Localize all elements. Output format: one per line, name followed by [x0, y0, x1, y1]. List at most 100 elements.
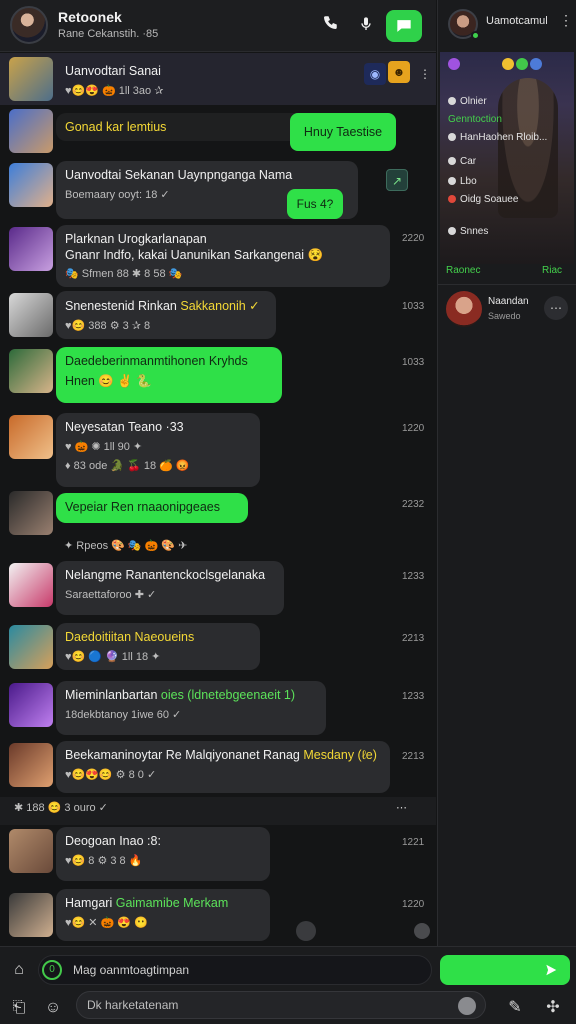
sticker-icon[interactable]: ☺ [40, 995, 66, 1021]
online-indicator [471, 31, 480, 40]
list-item[interactable]: Nelangme Ranantenckoclsgelanaka Saraetta… [0, 561, 436, 619]
list-item[interactable]: Plarknan Urogkarlanapan Gnanr Indfo, kak… [0, 223, 436, 289]
avatar [9, 163, 53, 207]
contact-avatar[interactable] [10, 6, 48, 44]
status-icons [448, 58, 572, 72]
avatar [9, 683, 53, 727]
list-item[interactable]: Gonad kar lemtius Hnuy Taestise [0, 105, 436, 163]
message-bubble[interactable]: Plarknan Urogkarlanapan Gnanr Indfo, kak… [56, 225, 390, 287]
profile-line: Oidg Soauee [448, 194, 518, 205]
message-bubble[interactable]: Neyesatan Teano ·33 ♥ 🎃 ✺ 1ll 90 ✦ ♦ 83 … [56, 413, 260, 487]
avatar [9, 563, 53, 607]
contact-name: Retoonek [58, 9, 122, 25]
message-title: Deogoan Inao :8: [65, 834, 161, 848]
scroll-down-icon[interactable] [414, 923, 430, 939]
profile-card: Olnier Genntoction HanHaohen Rloib... Ca… [440, 52, 574, 264]
edit-icon[interactable]: ✎ [502, 995, 528, 1021]
send-button[interactable] [440, 955, 570, 985]
message-bubble[interactable]: Daedoitiitan Naeoueins ♥😊 🔵 🔮 1ll 18 ✦ [56, 623, 260, 670]
message-title: Uanvodtari Sanai [65, 64, 161, 78]
message-meta: ♥😊😍😊 ⚙ 8 0 ✓ [65, 769, 157, 781]
message-input[interactable]: Mag oanmtoagtimpan [38, 955, 432, 985]
message-meta: 18dekbtanoy 1iwe 60 ✓ [65, 709, 182, 721]
message-time: 1233 [402, 571, 425, 582]
scroll-indicator[interactable] [296, 921, 316, 941]
avatar [9, 829, 53, 873]
contact-status: Sawedo [488, 311, 521, 321]
more-icon[interactable]: ⋮ [559, 12, 573, 29]
message-meta: ✱ 188 😊 3 ouro ✓ [14, 802, 108, 814]
message-bubble[interactable]: Beekamaninoytar Re Malqiyonanet Ranag Me… [56, 741, 390, 793]
search-input[interactable]: Dk harketatenam [76, 991, 486, 1019]
message-bubble[interactable]: Daedeberinmanmtihonen Kryhds Hnen 😊 ✌ 🐍 [56, 347, 282, 403]
list-item[interactable]: Deogoan Inao :8: ♥😊 8 ⚙ 3 8 🔥 1221 [0, 827, 436, 887]
panel-footer-right[interactable]: Riac [542, 265, 562, 276]
status-badge: 0 [42, 960, 62, 980]
search-icon[interactable] [458, 997, 476, 1015]
message-title-accent: Sakkanonih ✓ [180, 299, 260, 313]
home-icon[interactable]: ⌂ [6, 957, 32, 983]
message-title: Uanvodtai Sekanan Uaynpnganga Nama [65, 168, 293, 182]
profile-line: Car [448, 156, 476, 167]
list-item[interactable]: Daedeberinmanmtihonen Kryhds Hnen 😊 ✌ 🐍 … [0, 347, 436, 409]
message-title: Vepeiar Ren rnaaonipgeaes [65, 500, 220, 514]
message-time: 2220 [402, 233, 425, 244]
attach-icon[interactable]: ⎗ [6, 995, 32, 1021]
message-meta: ♥ 🎃 ✺ 1ll 90 ✦ [65, 441, 143, 453]
message-time: 2232 [402, 499, 425, 510]
gift-icon[interactable]: ✣ [540, 995, 566, 1021]
profile-line: HanHaohen Rloib... [448, 132, 547, 143]
panel-footer-left[interactable]: Raonec [446, 265, 480, 276]
phone-icon[interactable] [318, 14, 342, 38]
list-item[interactable]: ✱ 188 😊 3 ouro ✓ ⋯ [0, 797, 436, 825]
contact-status: Rane Cekanstih. ·85 [58, 28, 159, 40]
message-title: Daedoitiitan Naeoueins [65, 630, 195, 644]
avatar [9, 625, 53, 669]
message-time: 1220 [402, 423, 425, 434]
share-icon[interactable]: ↗ [386, 169, 408, 191]
message-bubble[interactable]: Deogoan Inao :8: ♥😊 8 ⚙ 3 8 🔥 [56, 827, 270, 881]
chat-list[interactable]: Uanvodtari Sanai ♥😊😍 🎃 1ll 3ao ✰ ◉ ☻ ⋮ G… [0, 53, 436, 946]
message-bubble[interactable]: Nelangme Ranantenckoclsgelanaka Saraetta… [56, 561, 284, 615]
more-icon[interactable]: ⋮ [414, 63, 436, 85]
more-icon[interactable]: ⋯ [396, 801, 407, 814]
more-icon[interactable]: ⋯ [544, 296, 568, 320]
list-item[interactable]: Uanvodtai Sekanan Uaynpnganga Nama Boema… [0, 161, 436, 225]
message-time: 2213 [402, 633, 425, 644]
message-title-accent: Gaimamibe Merkam [115, 896, 229, 910]
avatar [9, 227, 53, 271]
list-item[interactable]: Uanvodtari Sanai ♥😊😍 🎃 1ll 3ao ✰ ◉ ☻ ⋮ [0, 53, 436, 105]
message-time: 1033 [402, 301, 425, 312]
message-bubble[interactable]: Snenestenid Rinkan Sakkanonih ✓ ♥😊 388 ⚙… [56, 291, 276, 339]
message-bubble[interactable]: Uanvodtari Sanai ♥😊😍 🎃 1ll 3ao ✰ [56, 57, 356, 104]
list-item[interactable]: Mieminlanbartan oies (ldnetebgeenaeit 1)… [0, 681, 436, 739]
chat-bubble-icon [397, 20, 411, 32]
message-meta: Saraettaforoo ✚ ✓ [65, 589, 157, 601]
message-bubble[interactable]: Vepeiar Ren rnaaonipgeaes [56, 493, 248, 523]
profile-line: Lbo [448, 176, 477, 187]
avatar [9, 293, 53, 337]
message-meta: ♥😊 ✕ 🎃 😍 😶 [65, 917, 148, 929]
profile-panel: Uamotcamul ⋮ Olnier Genntoction HanHaohe… [437, 0, 576, 946]
quick-reply-button[interactable]: Fus 4? [287, 189, 343, 219]
message-title: Neyesatan Teano ·33 [65, 420, 184, 434]
avatar [9, 57, 53, 101]
new-chat-button[interactable] [386, 10, 422, 42]
mic-icon[interactable] [354, 14, 378, 38]
shield-icon[interactable]: ◉ [364, 63, 386, 85]
message-title-line2: Gnanr Indfo, kakai Uanunikan Sarkangenai… [65, 248, 324, 262]
list-item[interactable]: Snenestenid Rinkan Sakkanonih ✓ ♥😊 388 ⚙… [0, 291, 436, 347]
divider [438, 284, 576, 285]
list-item[interactable]: Vepeiar Ren rnaaonipgeaes ✦ Rpeos 🎨 🎭 🎃 … [0, 491, 436, 557]
list-item[interactable]: Beekamaninoytar Re Malqiyonanet Ranag Me… [0, 741, 436, 799]
list-item[interactable]: Daedoitiitan Naeoueins ♥😊 🔵 🔮 1ll 18 ✦ 2… [0, 623, 436, 679]
message-title-accent: oies (ldnetebgeenaeit 1) [160, 688, 296, 702]
quick-reply-button[interactable]: Hnuy Taestise [290, 113, 396, 151]
message-bubble[interactable]: Mieminlanbartan oies (ldnetebgeenaeit 1)… [56, 681, 326, 735]
contact-avatar[interactable] [446, 291, 482, 327]
message-bubble[interactable]: Hamgari Gaimamibe Merkam ♥😊 ✕ 🎃 😍 😶 [56, 889, 270, 941]
emoji-icon[interactable]: ☻ [388, 61, 410, 83]
message-title: Daedeberinmanmtihonen Kryhds [65, 354, 248, 368]
list-item[interactable]: Hamgari Gaimamibe Merkam ♥😊 ✕ 🎃 😍 😶 1220 [0, 889, 436, 945]
list-item[interactable]: Neyesatan Teano ·33 ♥ 🎃 ✺ 1ll 90 ✦ ♦ 83 … [0, 413, 436, 489]
